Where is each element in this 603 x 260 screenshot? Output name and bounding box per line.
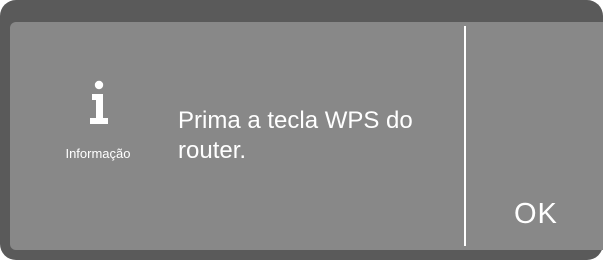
info-icon <box>90 80 108 124</box>
ok-label: OK <box>514 198 558 230</box>
info-block: Informação <box>46 80 150 190</box>
dialog-screen: Informação Prima a tecla WPS do router. … <box>10 22 603 250</box>
device-bezel: Informação Prima a tecla WPS do router. … <box>0 0 603 260</box>
info-label: Informação <box>65 146 131 161</box>
ok-button[interactable]: OK <box>466 22 603 250</box>
dialog-message: Prima a tecla WPS do router. <box>178 107 413 164</box>
